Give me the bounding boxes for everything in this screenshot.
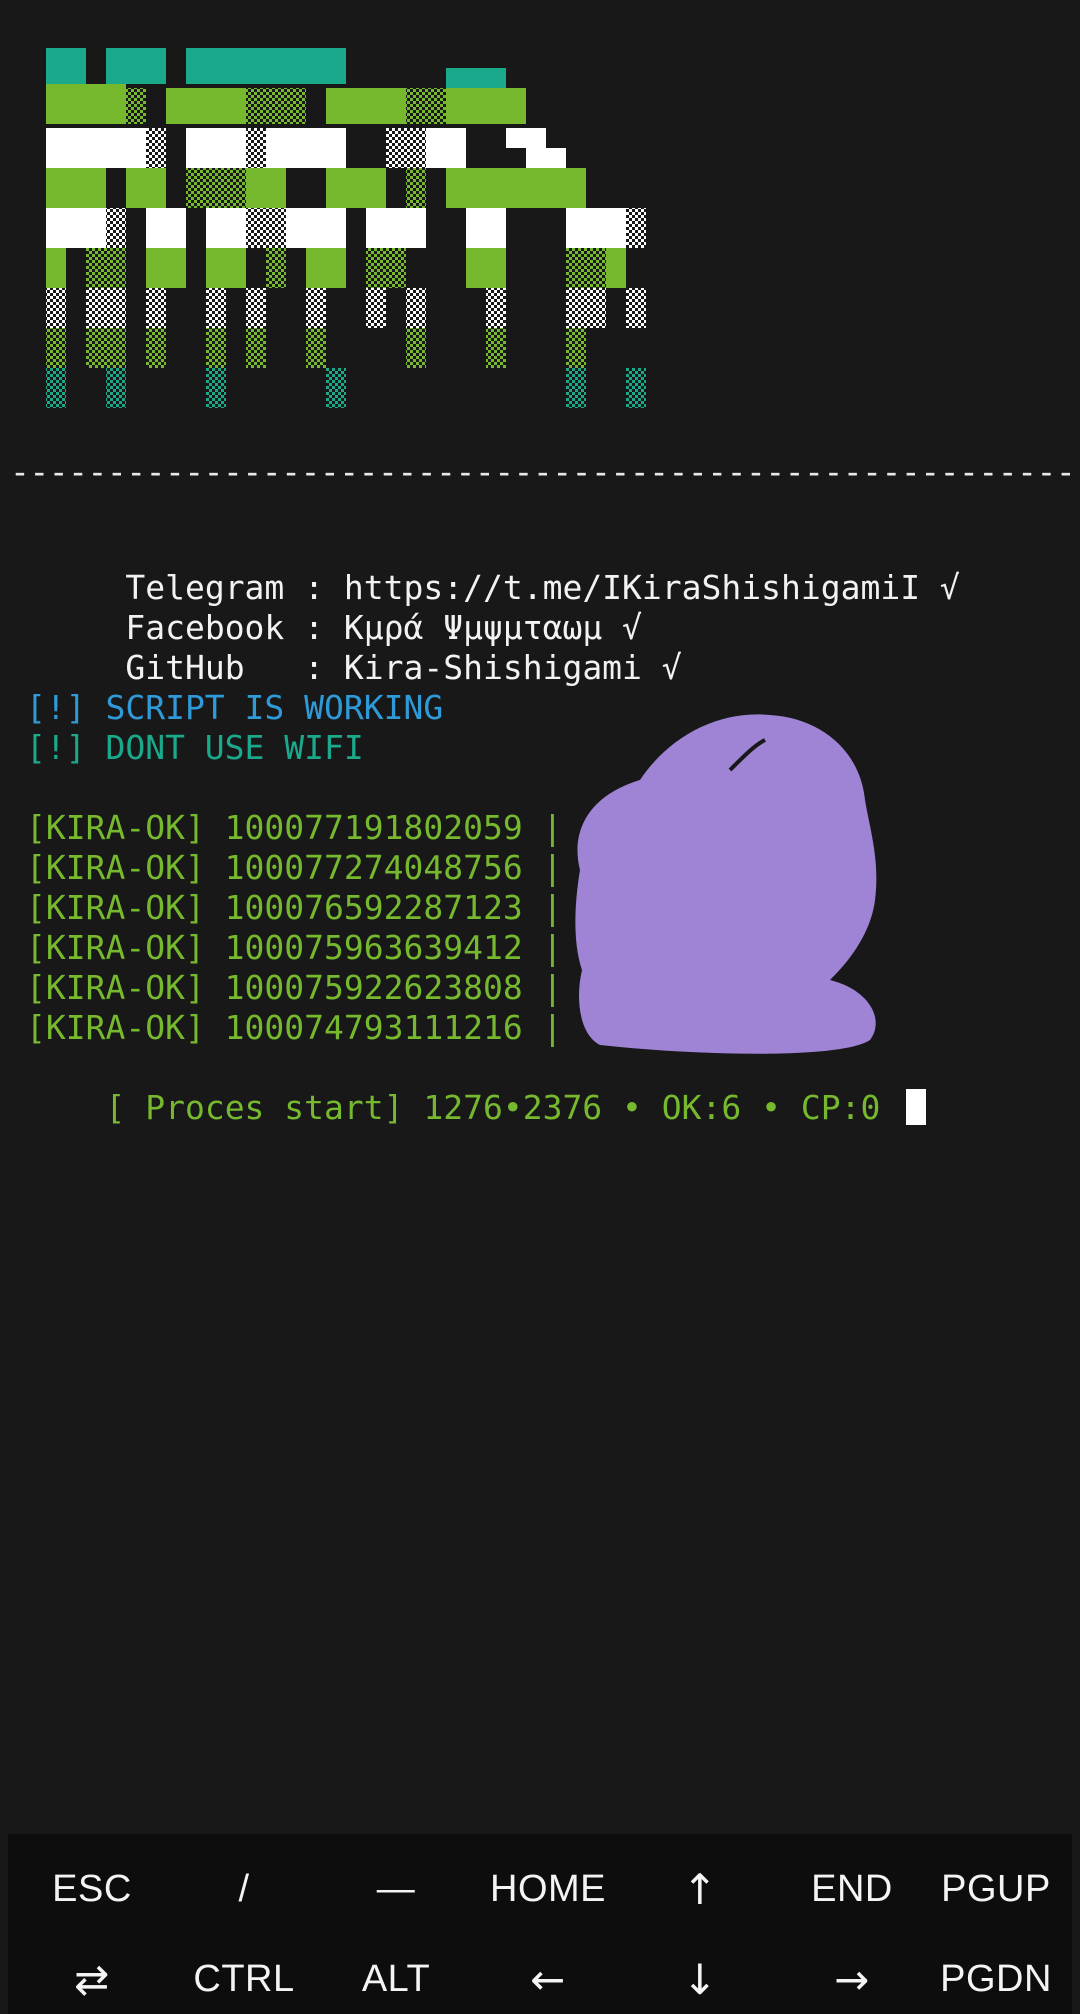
arrow-up-key[interactable]: ↑ (624, 1844, 776, 1934)
dash-key[interactable]: — (320, 1844, 472, 1934)
ok-entry: [KIRA-OK] 100077191802059 | c (26, 808, 603, 847)
ok-entry: [KIRA-OK] 100075963639412 | (26, 928, 563, 967)
ok-entry: [KIRA-OK] 100076592287123 | (26, 888, 563, 927)
pgup-key[interactable]: PGUP (920, 1844, 1072, 1934)
ascii-art-logo (44, 44, 664, 414)
arrow-left-key[interactable]: ← (472, 1934, 624, 2014)
redaction-scribble (570, 700, 900, 1060)
ok-entry: [KIRA-OK] 100077274048756 | (26, 848, 563, 887)
separator-line: ----------------------------------------… (10, 452, 1070, 491)
progress-text: [ Proces start] 1276•2376 • OK:6 • CP:0 (105, 1088, 881, 1127)
arrow-down-key[interactable]: ↓ (624, 1934, 776, 2014)
esc-key[interactable]: ESC (16, 1844, 168, 1934)
extra-keys-bar: ESC / — HOME ↑ END PGUP ⇄ CTRL ALT ← ↓ →… (8, 1834, 1072, 2014)
github-label: GitHub : (105, 648, 344, 687)
status-dont-use-wifi: [!] DONT USE WIFI (26, 728, 364, 767)
terminal-screen[interactable]: ----------------------------------------… (0, 0, 1080, 1832)
ctrl-key[interactable]: CTRL (168, 1934, 320, 2014)
terminal-cursor (906, 1089, 927, 1125)
ok-entry: [KIRA-OK] 100074793111216 | (26, 1008, 563, 1047)
end-key[interactable]: END (776, 1844, 928, 1934)
slash-key[interactable]: / (168, 1844, 320, 1934)
tab-swap-key[interactable]: ⇄ (16, 1934, 168, 2014)
ok-entry: [KIRA-OK] 100075922623808 | (26, 968, 563, 1007)
pgdn-key[interactable]: PGDN (920, 1934, 1072, 2014)
progress-line: [ Proces start] 1276•2376 • OK:6 • CP:0 (26, 1048, 927, 1168)
github-value: Kira-Shishigami √ (343, 648, 682, 687)
status-script-working: [!] SCRIPT IS WORKING (26, 688, 444, 727)
home-key[interactable]: HOME (472, 1844, 624, 1934)
arrow-right-key[interactable]: → (776, 1934, 928, 2014)
alt-key[interactable]: ALT (320, 1934, 472, 2014)
